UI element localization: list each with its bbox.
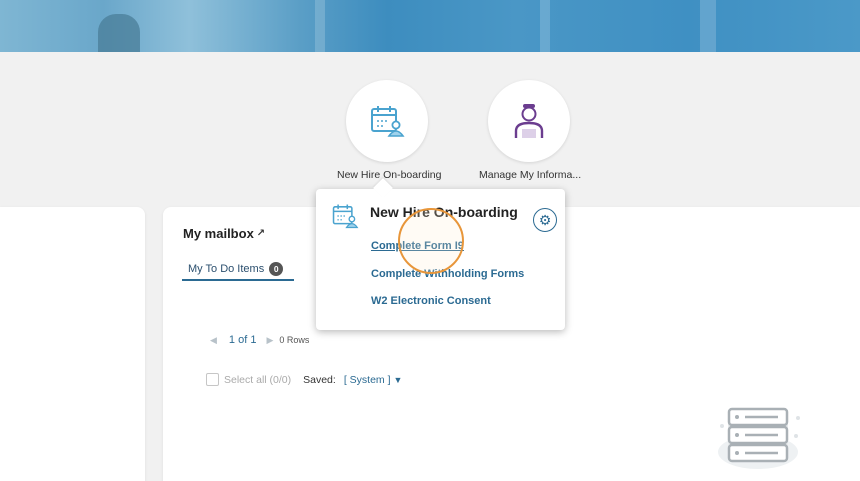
tile-manage-my-information[interactable]: Manage My Informa... [479,80,582,181]
external-arrow-icon: ↗ [256,228,266,239]
pagination: ◀ 1 of 1 ▶ 0 Rows [210,334,309,346]
tab-count-badge: 0 [269,262,284,276]
tab-label: My To Do Items [188,263,265,275]
tile-label: Manage My Informa... [479,169,582,181]
person-icon [514,104,544,138]
next-page-icon[interactable]: ▶ [266,335,273,346]
rows-count: 0 Rows [279,335,310,345]
empty-state-server-icon [718,407,800,469]
mailbox-title[interactable]: My mailbox ↗ [183,226,265,241]
chevron-down-icon[interactable]: ▼ [394,375,403,385]
calendar-person-icon [371,106,405,137]
banner-image [0,0,860,52]
saved-view-dropdown[interactable]: [ System ] [344,374,391,386]
left-card [0,207,145,481]
banner-figure [98,14,140,52]
link-w2-electronic-consent[interactable]: W2 Electronic Consent [371,295,491,307]
select-all-label: Select all (0/0) [224,373,292,386]
saved-label: Saved: [303,373,336,386]
mailbox-title-text: My mailbox [183,226,254,241]
tile-new-hire-onboarding[interactable]: New Hire On-boarding [337,80,442,181]
calendar-person-icon [332,204,359,229]
link-complete-form-i9[interactable]: Complete Form I9 [371,240,464,252]
prev-page-icon[interactable]: ◀ [210,335,217,346]
popup-title: New Hire On-boarding [370,204,518,220]
page-indicator: 1 of 1 [228,334,257,346]
new-hire-onboarding-popup: New Hire On-boarding ⚙ Complete Form I9 … [316,189,565,330]
tile-label: New Hire On-boarding [337,169,442,181]
link-complete-withholding-forms[interactable]: Complete Withholding Forms [371,268,524,280]
gear-icon[interactable]: ⚙ [533,208,557,232]
tab-my-to-do-items[interactable]: My To Do Items 0 [182,259,294,281]
select-all-checkbox[interactable] [206,373,219,386]
selection-row: Select all (0/0) Saved: [ System ] ▼ [206,373,402,386]
